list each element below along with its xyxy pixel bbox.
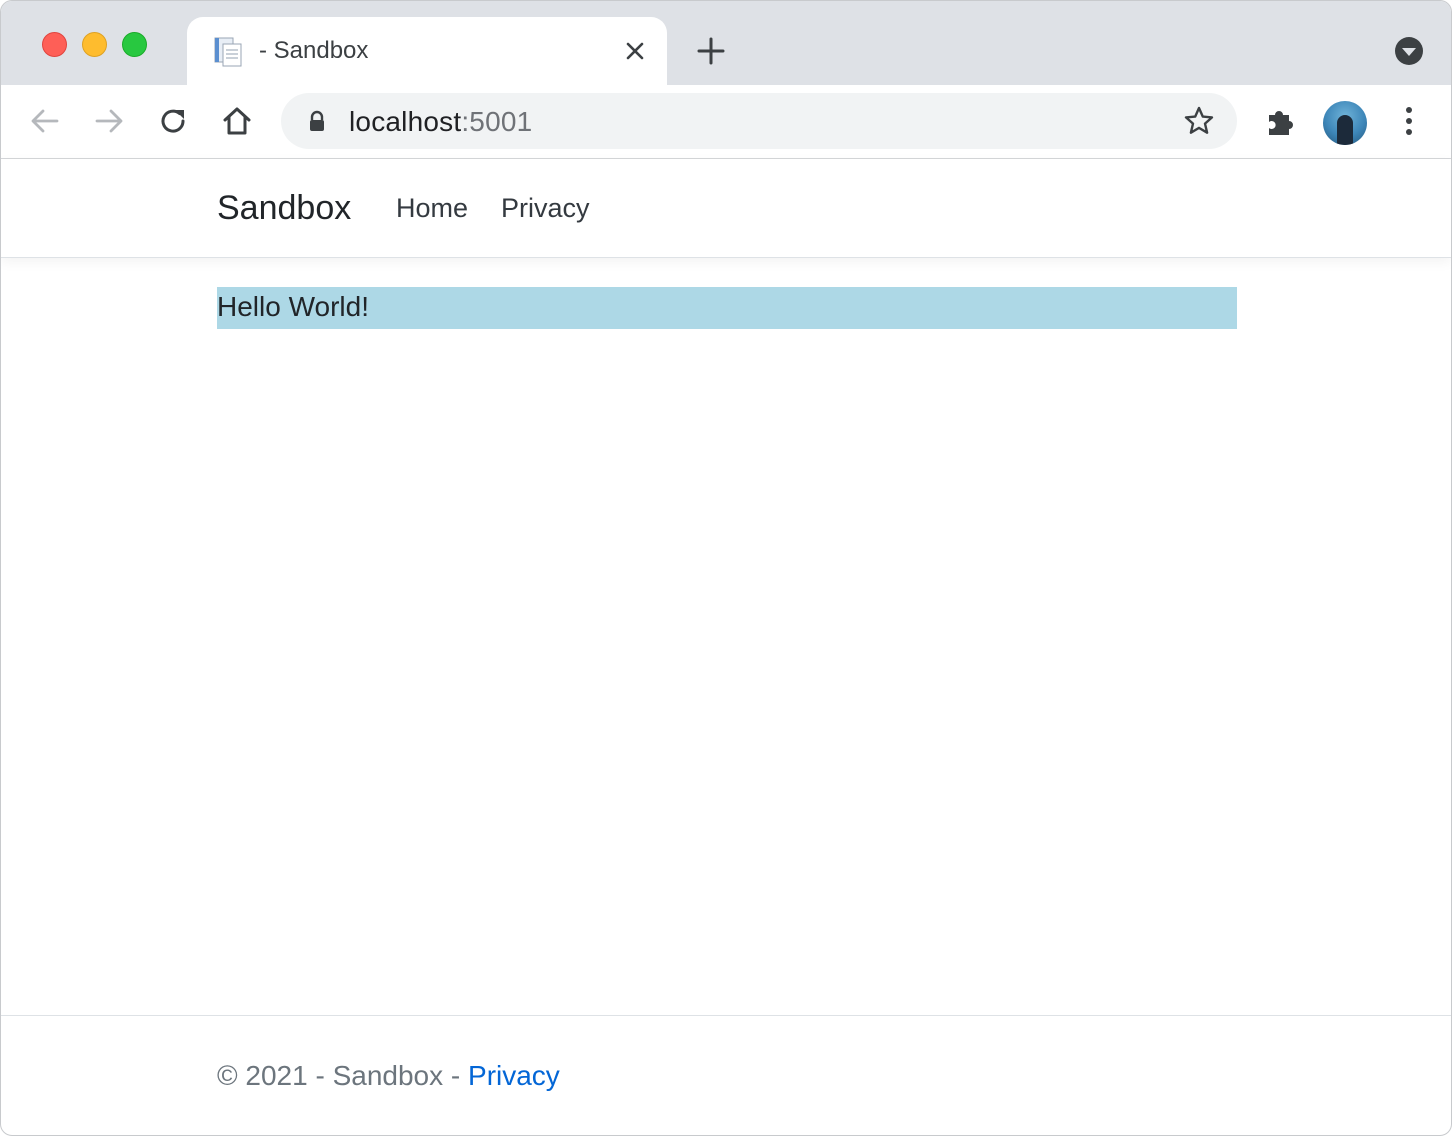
home-icon[interactable] (219, 103, 255, 139)
window-close-button[interactable] (42, 32, 67, 57)
footer-copyright: © 2021 - Sandbox - (217, 1060, 469, 1091)
tab-search-dropdown-icon[interactable] (1393, 35, 1425, 67)
url-port: :5001 (461, 106, 533, 137)
navbar-brand[interactable]: Sandbox (217, 189, 351, 228)
url-host: localhost (349, 106, 462, 137)
url-text[interactable]: localhost:5001 (349, 106, 532, 138)
close-icon[interactable] (623, 39, 647, 63)
document-icon (214, 37, 242, 67)
site-footer: © 2021 - Sandbox - Privacy (1, 1015, 1451, 1135)
kebab-menu-icon[interactable] (1391, 103, 1427, 139)
address-bar[interactable]: localhost:5001 (281, 93, 1237, 149)
nav-link-privacy[interactable]: Privacy (501, 193, 590, 224)
tab-strip: - Sandbox (1, 1, 1451, 85)
nav-link-home[interactable]: Home (396, 193, 468, 224)
site-navbar: Sandbox Home Privacy (1, 159, 1451, 258)
hello-message: Hello World! (217, 287, 1237, 329)
tab-title: - Sandbox (259, 37, 369, 64)
browser-tab[interactable]: - Sandbox (187, 17, 667, 85)
browser-window: - Sandbox localhost:5001 Sandbox Home Pr… (0, 0, 1452, 1136)
footer-text: © 2021 - Sandbox - Privacy (217, 1060, 560, 1092)
browser-toolbar: localhost:5001 (1, 85, 1451, 159)
reload-icon[interactable] (155, 103, 191, 139)
puzzle-icon[interactable] (1263, 103, 1299, 139)
lock-icon[interactable] (305, 109, 329, 133)
window-maximize-button[interactable] (122, 32, 147, 57)
star-icon[interactable] (1183, 105, 1215, 137)
back-arrow-icon[interactable] (27, 103, 63, 139)
forward-arrow-icon[interactable] (91, 103, 127, 139)
avatar[interactable] (1323, 101, 1367, 145)
footer-privacy-link[interactable]: Privacy (468, 1060, 560, 1091)
new-tab-plus-icon[interactable] (695, 35, 727, 67)
web-page: Sandbox Home Privacy Hello World! © 2021… (1, 159, 1451, 1135)
window-minimize-button[interactable] (82, 32, 107, 57)
